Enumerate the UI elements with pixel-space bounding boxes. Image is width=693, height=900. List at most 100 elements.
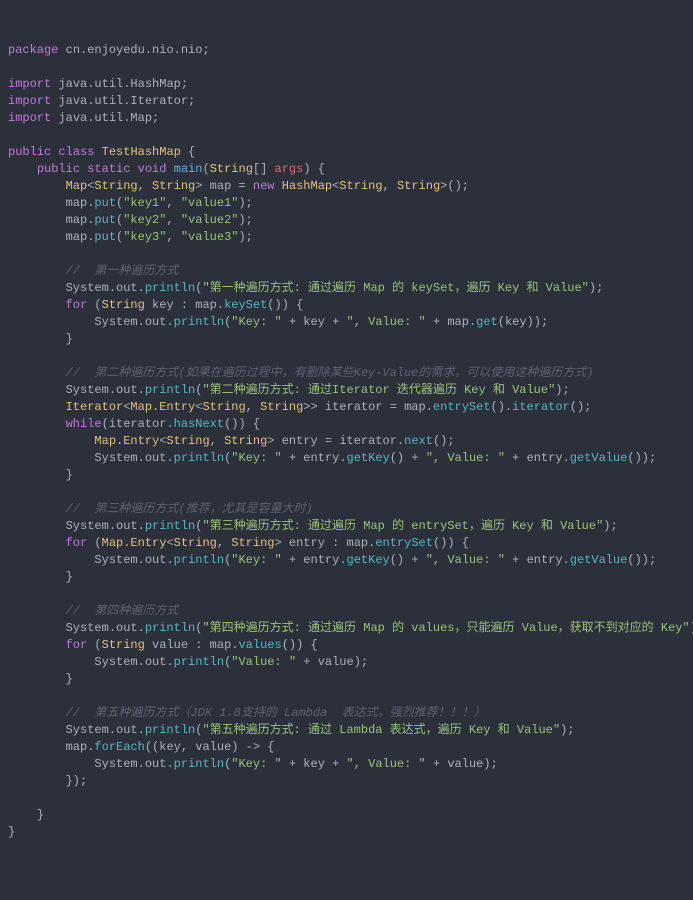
map-var: map (447, 315, 469, 329)
string-literal: "Key: " (231, 553, 281, 567)
hashmap-type: HashMap (282, 179, 332, 193)
string-literal: "第四种遍历方式: 通过遍历 Map 的 values，只能遍历 Value，获… (202, 621, 689, 635)
string-type: String (174, 536, 217, 550)
system-out: System.out (66, 519, 138, 533)
entry-type: Map.Entry (130, 400, 195, 414)
string-type: String (166, 434, 209, 448)
key-var: key (152, 298, 174, 312)
map-var: map (210, 179, 232, 193)
map-type: Map (66, 179, 88, 193)
println-method: println (145, 383, 195, 397)
main-method: main (174, 162, 203, 176)
for-keyword: for (66, 638, 88, 652)
string-literal: "value3" (181, 230, 239, 244)
hasnext-method: hasNext (174, 417, 224, 431)
string-literal: "Key: " (231, 451, 281, 465)
import-keyword: import (8, 77, 51, 91)
map-var: map (66, 196, 88, 210)
string-literal: "key2" (123, 213, 166, 227)
println-method: println (174, 315, 224, 329)
string-type: String (102, 298, 145, 312)
println-method: println (145, 281, 195, 295)
map-var: map (347, 536, 369, 550)
system-out: System.out (94, 757, 166, 771)
string-type: String (397, 179, 440, 193)
string-literal: "key1" (123, 196, 166, 210)
entry-var: entry (303, 451, 339, 465)
println-method: println (145, 519, 195, 533)
string-literal: "Key: " (231, 757, 281, 771)
key-var: key (159, 740, 181, 754)
system-out: System.out (94, 553, 166, 567)
public-keyword: public (37, 162, 80, 176)
class-name: TestHashMap (102, 145, 181, 159)
map-var: map (195, 298, 217, 312)
comment: // 第四种遍历方式 (66, 604, 179, 618)
import-path: java.util.Iterator (58, 94, 188, 108)
map-var: map (66, 740, 88, 754)
entry-var: entry (527, 553, 563, 567)
string-literal: "第五种遍历方式: 通过 Lambda 表达式，遍历 Key 和 Value" (202, 723, 560, 737)
static-keyword: static (87, 162, 130, 176)
void-keyword: void (138, 162, 167, 176)
println-method: println (174, 655, 224, 669)
string-literal: "第二种遍历方式: 通过Iterator 迭代器遍历 Key 和 Value" (202, 383, 555, 397)
import-path: java.util.HashMap (58, 77, 180, 91)
entryset-method: entrySet (375, 536, 433, 550)
map-var: map (66, 230, 88, 244)
entry-type: Map.Entry (94, 434, 159, 448)
getkey-method: getKey (347, 553, 390, 567)
system-out: System.out (66, 723, 138, 737)
string-type: String (231, 536, 274, 550)
string-literal: "第一种遍历方式: 通过遍历 Map 的 keySet，遍历 Key 和 Val… (202, 281, 588, 295)
entry-var: entry (289, 536, 325, 550)
value-var: value (447, 757, 483, 771)
entry-var: entry (303, 553, 339, 567)
system-out: System.out (94, 655, 166, 669)
while-keyword: while (66, 417, 102, 431)
put-method: put (94, 213, 116, 227)
class-keyword: class (58, 145, 94, 159)
iterator-var: iterator (325, 400, 383, 414)
new-keyword: new (253, 179, 275, 193)
system-out: System.out (66, 281, 138, 295)
string-type: String (260, 400, 303, 414)
comment: // 第一种遍历方式 (66, 264, 179, 278)
key-var: key (303, 315, 325, 329)
key-var: key (505, 315, 527, 329)
entry-var: entry (282, 434, 318, 448)
string-type: String (94, 179, 137, 193)
import-keyword: import (8, 111, 51, 125)
string-type: String (210, 162, 253, 176)
get-method: get (476, 315, 498, 329)
println-method: println (174, 553, 224, 567)
entry-type: Map.Entry (102, 536, 167, 550)
key-var: key (303, 757, 325, 771)
string-literal: "Value: " (231, 655, 296, 669)
string-type: String (202, 400, 245, 414)
comment: // 第三种遍历方式(推荐，尤其是容量大时) (66, 502, 313, 516)
getvalue-method: getValue (570, 553, 628, 567)
system-out: System.out (66, 621, 138, 635)
iterator-method: iterator (512, 400, 570, 414)
next-method: next (404, 434, 433, 448)
import-keyword: import (8, 94, 51, 108)
args-param: args (275, 162, 304, 176)
println-method: println (174, 757, 224, 771)
package-name: cn.enjoyedu.nio.nio (66, 43, 203, 57)
map-var: map (210, 638, 232, 652)
map-var: map (404, 400, 426, 414)
put-method: put (94, 230, 116, 244)
system-out: System.out (66, 383, 138, 397)
public-keyword: public (8, 145, 51, 159)
string-type: String (224, 434, 267, 448)
import-path: java.util.Map (58, 111, 152, 125)
string-type: String (152, 179, 195, 193)
value-var: value (152, 638, 188, 652)
iterator-var: iterator (109, 417, 167, 431)
string-literal: ", Value: " (426, 553, 505, 567)
package-keyword: package (8, 43, 58, 57)
comment: // 第二种遍历方式(如果在遍历过程中，有删除某些Key-Value的需求，可以… (66, 366, 594, 380)
println-method: println (174, 451, 224, 465)
getvalue-method: getValue (570, 451, 628, 465)
